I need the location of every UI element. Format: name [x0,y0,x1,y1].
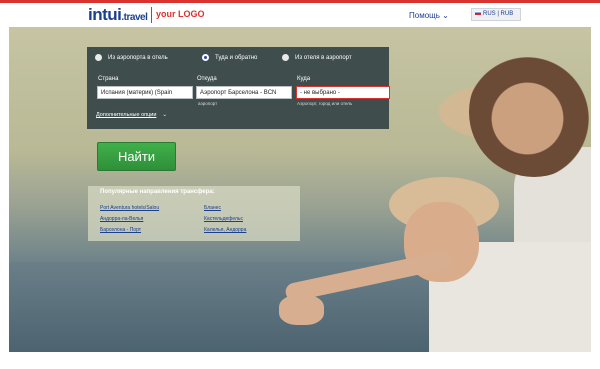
radio-hotel-to-airport[interactable]: Из отеля в аэропорт [282,54,352,61]
from-field[interactable]: Аэропорт Барселона - BCN [196,86,292,99]
popular-title: Популярные направления трансфера: [100,189,215,195]
help-menu[interactable]: Помощь ⌄ [409,11,449,20]
to-label: Куда [297,76,311,82]
radio-dot-selected-icon [202,54,209,61]
popular-link[interactable]: Барселона - Порт [100,227,141,233]
russia-flag-icon [475,11,481,16]
intui-logo[interactable]: intui.travel [88,5,148,25]
page-footer-space [0,356,600,369]
radio-round-trip[interactable]: Туда и обратно [202,54,257,61]
radio-label: Из отеля в аэропорт [295,55,352,62]
logo-main: intui [88,5,122,24]
logo-suffix: .travel [121,12,148,23]
radio-label: Из аэропорта в отель [108,55,168,62]
language-currency-selector[interactable]: RUS | RUB [471,8,521,21]
popular-link[interactable]: Калелья, Андорра [204,227,246,233]
hero-child-hand [279,295,324,325]
to-field[interactable]: - не выбрано - [296,86,390,99]
from-hint: аэропорт [198,101,218,106]
to-hint: Аэропорт, город или отель [297,101,353,106]
radio-label: Туда и обратно [215,55,258,62]
lang-label: RUS | RUB [483,11,514,17]
popular-link[interactable]: Port Aventura hotels/Salou [100,205,159,211]
logo-divider [151,7,152,23]
hero-woman [469,47,591,177]
search-button[interactable]: Найти [97,142,176,171]
popular-link[interactable]: Андорра-ла-Велья [100,216,143,222]
popular-link[interactable]: Кастельдефельс [204,216,243,222]
country-select[interactable]: Испания (материк) (Spain [97,86,193,99]
radio-dot-icon [95,54,102,61]
popular-link[interactable]: Бланес [204,205,221,211]
trip-type-options: Из аэропорта в отель Туда и обратно Из о… [95,54,385,66]
popular-destinations: Популярные направления трансфера: Port A… [88,186,300,241]
header: intui.travel your LOGO Помощь ⌄ RUS | RU… [0,3,600,25]
from-label: Откуда [197,76,217,82]
transfer-search-form: Из аэропорта в отель Туда и обратно Из о… [87,47,390,129]
chevron-down-icon: ⌄ [162,112,168,118]
more-options-label: Дополнительные опции [96,112,157,118]
more-options-link[interactable]: Дополнительные опции ⌄ [96,112,167,118]
country-label: Страна [98,76,119,82]
radio-airport-to-hotel[interactable]: Из аэропорта в отель [95,54,168,61]
partner-logo: your LOGO [156,9,205,19]
radio-dot-icon [282,54,289,61]
